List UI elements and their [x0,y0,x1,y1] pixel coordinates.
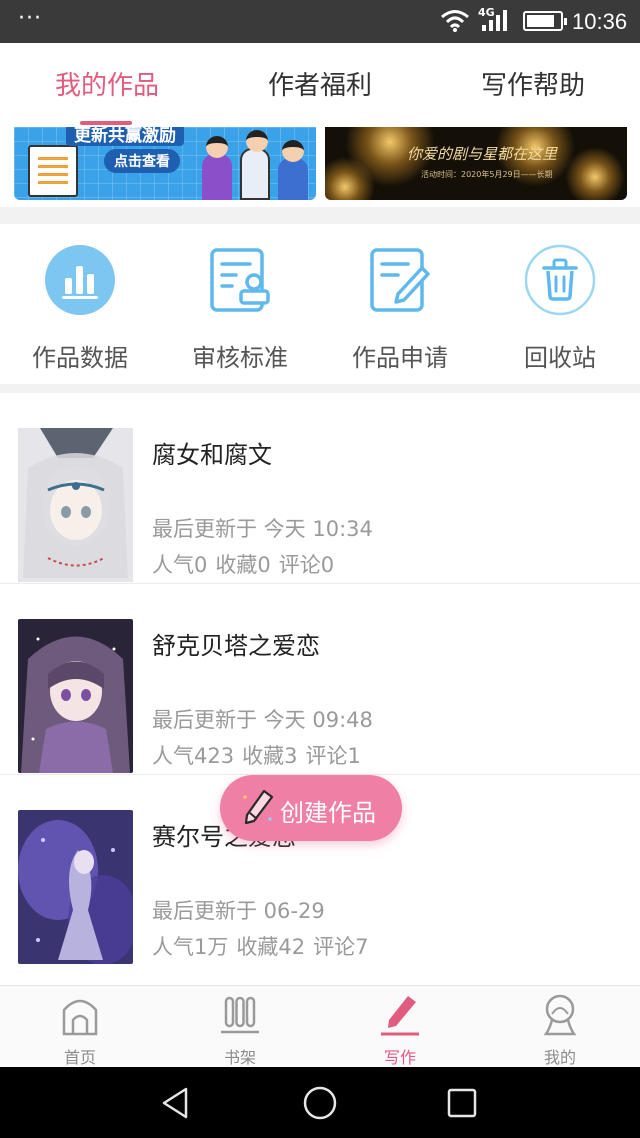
work-stats: 人气0 收藏0 评论0 [152,549,342,579]
work-favorites: 收藏42 [236,935,306,959]
tab-my-works[interactable]: 我的作品 [0,65,214,102]
work-comments: 评论7 [313,935,369,959]
banner-stars-drama[interactable]: 你爱的剧与星都在这里 活动时间：2020年5月29日——长期 [325,127,627,200]
status-bar: ··· 4G 10:36 [0,0,640,43]
character-head [282,140,304,162]
nav-write[interactable]: 写作 [320,992,480,1068]
work-title: 舒克贝塔之爱恋 [152,632,320,660]
profile-icon [538,992,582,1036]
work-item[interactable]: 腐女和腐文 最后更新于 今天 10:34 人气0 收藏0 评论0 [0,393,640,584]
top-tabs: 我的作品 作者福利 写作帮助 [0,43,640,127]
notebook-illustration [28,145,78,197]
work-item[interactable]: 舒克贝塔之爱恋 最后更新于 今天 09:48 人气423 收藏3 评论1 [0,584,640,775]
edit-document-icon [364,244,436,316]
work-favorites: 收藏0 [215,553,271,577]
work-last-updated: 最后更新于 今天 10:34 [152,517,373,541]
trash-icon [524,244,596,316]
work-stats: 人气1万 收藏42 评论7 [152,931,376,961]
status-time: 10:36 [572,9,628,34]
characters-illustration [200,129,316,200]
battery-icon [523,11,567,31]
banner-headline: 更新共赢激励 [66,127,184,146]
character-head [206,136,228,158]
nav-label: 写作 [383,1048,416,1067]
action-label: 回收站 [524,344,596,372]
create-work-button[interactable]: 创建作品 [220,775,402,841]
section-divider [0,384,640,393]
tab-author-benefits[interactable]: 作者福利 [213,65,427,102]
action-work-application[interactable]: 作品申请 [320,244,480,373]
work-favorites: 收藏3 [242,744,298,768]
action-label: 审核标准 [192,344,288,372]
system-nav-bar [0,1067,640,1138]
signal-icon [482,10,507,31]
work-last-updated: 最后更新于 06-29 [152,899,325,923]
work-popularity: 人气1万 [152,935,229,959]
notification-dots: ··· [18,6,42,31]
banner-subtitle: 活动时间：2020年5月29日——长期 [421,170,553,179]
nav-profile[interactable]: 我的 [480,992,640,1068]
home-arch-icon [58,992,102,1036]
quick-actions: 作品数据 审核标准 作品申请 回收站 [0,224,640,384]
work-title: 腐女和腐文 [152,441,272,469]
work-comments: 评论1 [305,744,361,768]
section-divider [0,207,640,224]
tab-writing-help[interactable]: 写作帮助 [426,65,640,102]
banner-cta-button[interactable]: 点击查看 [104,149,180,173]
work-comments: 评论0 [278,553,335,577]
work-stats: 人气423 收藏3 评论1 [152,740,369,770]
action-recycle-bin[interactable]: 回收站 [480,244,640,373]
work-popularity: 人气423 [152,744,235,768]
nav-label: 书架 [223,1048,256,1067]
nav-label: 首页 [63,1048,96,1067]
wifi-icon [441,10,469,32]
pencil-icon [378,992,422,1036]
character-figure [240,130,270,200]
banner-title: 你爱的剧与星都在这里 [407,145,558,163]
action-label: 作品数据 [32,344,128,372]
character-figure [278,140,308,200]
character-figure [202,136,232,200]
action-label: 作品申请 [352,344,448,372]
home-circle-icon[interactable] [302,1085,338,1121]
work-cover-image [18,619,133,773]
nav-home[interactable]: 首页 [0,992,160,1068]
action-work-data[interactable]: 作品数据 [0,244,160,373]
character-head [246,130,268,152]
firework-spark [565,147,625,200]
work-popularity: 人气0 [152,553,208,577]
nav-bookshelf[interactable]: 书架 [160,992,320,1068]
action-review-standards[interactable]: 审核标准 [160,244,320,373]
back-icon[interactable] [158,1085,194,1121]
nav-label: 我的 [543,1048,576,1067]
bookshelf-icon [218,992,262,1036]
create-work-label: 创建作品 [280,799,376,827]
battery-level [527,15,555,27]
work-cover-image [18,810,133,964]
bottom-nav: 首页 书架 写作 我的 [0,985,640,1067]
bar-chart-icon [44,244,116,316]
tab-indicator [80,121,132,125]
work-last-updated: 最后更新于 今天 09:48 [152,708,373,732]
review-stamp-icon [204,244,276,316]
banner-update-incentive[interactable]: 更新共赢激励 点击查看 [14,127,316,200]
banner-carousel: 更新共赢激励 点击查看 你爱的剧与星都在这里 活动时间：2020年5月29日——… [0,127,640,207]
works-list: 腐女和腐文 最后更新于 今天 10:34 人气0 收藏0 评论0 舒克贝塔之爱恋 最… [0,393,640,985]
recent-apps-icon[interactable] [444,1085,480,1121]
work-cover-image [18,428,133,582]
pencil-icon [243,789,274,825]
